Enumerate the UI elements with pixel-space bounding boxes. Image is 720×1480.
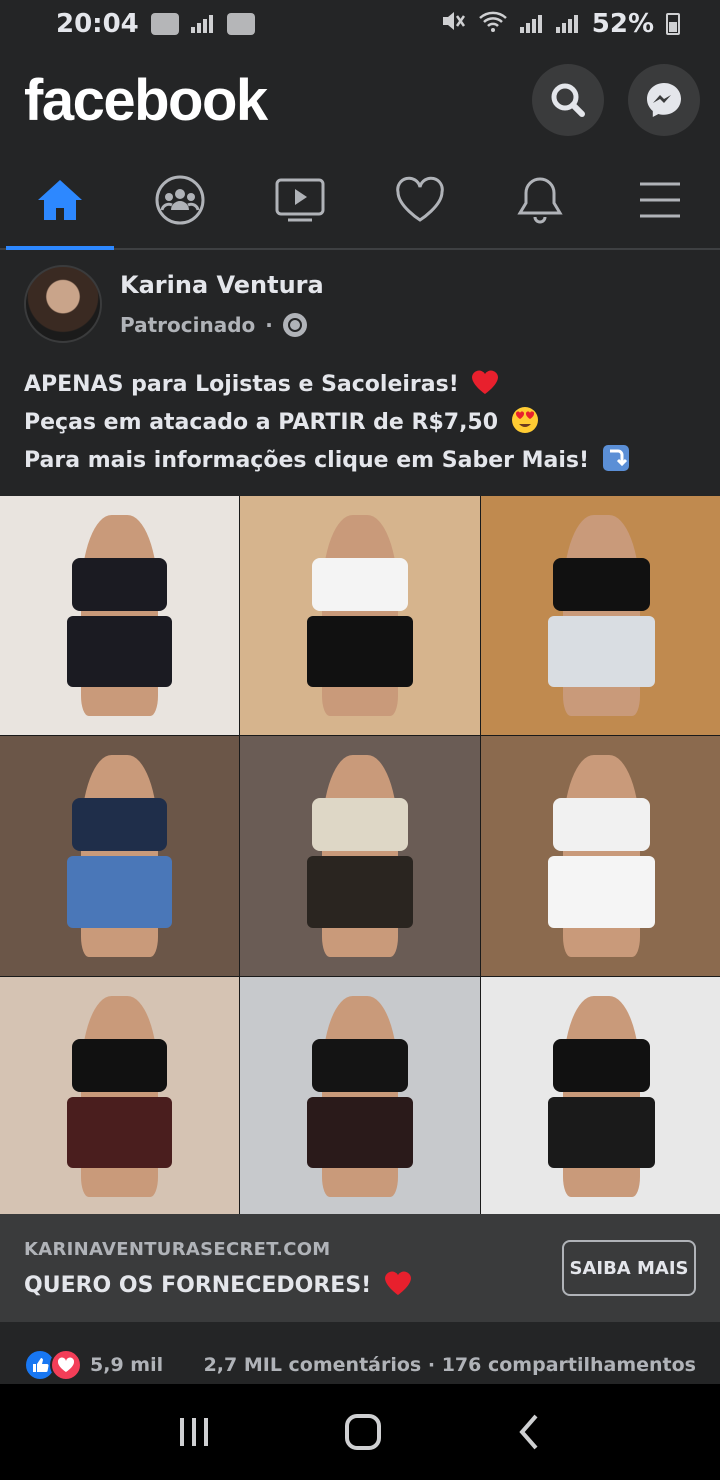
post-text: APENAS para Lojistas e Sacoleiras! Peças… <box>24 366 704 480</box>
learn-more-button[interactable]: SAIBA MAIS <box>562 1240 696 1296</box>
home-button[interactable] <box>343 1412 383 1452</box>
system-nav-bar <box>0 1384 720 1480</box>
heart-eyes-emoji-icon <box>511 407 538 433</box>
garment-bottom <box>66 1096 173 1169</box>
video-icon <box>275 178 325 222</box>
battery-icon <box>666 13 680 35</box>
link-domain: KARINAVENTURASECRET.COM <box>24 1238 331 1260</box>
meta-separator: · <box>265 313 273 337</box>
author-name[interactable]: Karina Ventura <box>120 271 324 299</box>
sponsored-label[interactable]: Patrocinado <box>120 313 255 337</box>
tab-watch[interactable] <box>240 152 360 248</box>
search-button[interactable] <box>532 64 604 136</box>
red-heart-emoji-icon <box>384 1271 411 1295</box>
garment-bottom <box>307 856 413 928</box>
garment-bottom <box>66 615 173 688</box>
photo-tile[interactable] <box>0 736 239 976</box>
post-line: APENAS para Lojistas e Sacoleiras! <box>24 372 459 397</box>
battery-level: 52% <box>591 9 654 39</box>
post-header: Karina Ventura Patrocinado · <box>24 262 696 346</box>
post-line: Peças em atacado a PARTIR de R$7,50 <box>24 410 499 435</box>
red-heart-emoji-icon <box>472 370 499 394</box>
garment-top <box>71 1039 168 1092</box>
garment-top <box>312 1039 408 1092</box>
data-icon <box>190 15 215 33</box>
recent-apps-button[interactable] <box>176 1414 212 1450</box>
facebook-logo[interactable]: facebook <box>24 67 268 134</box>
reactions-row: 5,9 mil 2,7 MIL comentários · 176 compar… <box>24 1342 696 1388</box>
tab-home[interactable] <box>0 152 120 250</box>
globe-icon <box>282 313 307 337</box>
search-icon <box>551 83 585 117</box>
reaction-count: 5,9 mil <box>90 1354 164 1376</box>
garment-bottom <box>548 856 655 928</box>
messenger-icon <box>647 83 681 117</box>
tab-groups[interactable] <box>120 152 240 248</box>
post-line: Para mais informações clique em Saber Ma… <box>24 448 590 473</box>
mute-icon <box>440 9 466 40</box>
groups-icon <box>155 175 205 225</box>
home-icon <box>38 180 82 220</box>
bell-icon <box>517 177 563 224</box>
garment-top <box>553 1039 650 1092</box>
back-button[interactable] <box>514 1412 544 1452</box>
clock: 20:04 <box>56 9 139 39</box>
garment-top <box>553 558 650 611</box>
down-arrow-emoji-icon <box>602 445 629 471</box>
love-icon <box>50 1349 82 1381</box>
link-title: QUERO OS FORNECEDORES! <box>24 1268 413 1298</box>
link-preview-bar[interactable]: KARINAVENTURASECRET.COM QUERO OS FORNECE… <box>0 1214 720 1322</box>
garment-bottom <box>307 1096 413 1169</box>
menu-icon <box>640 182 680 218</box>
photo-grid <box>0 496 720 1216</box>
photo-tile[interactable] <box>0 977 239 1216</box>
tab-menu[interactable] <box>600 152 720 248</box>
avatar[interactable] <box>24 265 102 343</box>
shares-count[interactable]: 176 compartilhamentos <box>442 1354 696 1376</box>
garment-top <box>553 798 650 852</box>
garment-top <box>71 558 168 611</box>
signal-icon <box>519 15 544 33</box>
comments-count[interactable]: 2,7 MIL comentários <box>204 1354 422 1376</box>
garment-bottom <box>66 856 173 928</box>
reaction-summary[interactable]: 5,9 mil <box>24 1349 163 1381</box>
engagement-counts: 2,7 MIL comentários · 176 compartilhamen… <box>204 1354 696 1376</box>
photo-tile[interactable] <box>240 977 480 1216</box>
tab-bar <box>0 152 720 250</box>
photo-tile[interactable] <box>481 977 720 1216</box>
messenger-button[interactable] <box>628 64 700 136</box>
garment-bottom <box>548 615 655 688</box>
stats-separator: · <box>427 1354 436 1376</box>
heart-icon <box>396 176 444 222</box>
photo-tile[interactable] <box>240 736 480 976</box>
photo-tile[interactable] <box>481 736 720 976</box>
link-title-text: QUERO OS FORNECEDORES! <box>24 1272 372 1298</box>
signal-icon-2 <box>555 15 580 33</box>
garment-top <box>71 798 168 852</box>
garment-bottom <box>307 615 413 688</box>
tab-notifications[interactable] <box>480 152 600 248</box>
tab-dating[interactable] <box>360 152 480 248</box>
app-icon <box>150 13 179 35</box>
photo-tile[interactable] <box>240 496 480 735</box>
garment-top <box>312 558 408 611</box>
wifi-icon <box>478 9 508 40</box>
game-icon <box>226 13 255 35</box>
photo-tile[interactable] <box>0 496 239 735</box>
app-header: facebook <box>0 48 720 152</box>
photo-tile[interactable] <box>481 496 720 735</box>
garment-top <box>312 798 408 852</box>
status-bar: 20:04 52% <box>0 0 720 48</box>
garment-bottom <box>548 1096 655 1169</box>
